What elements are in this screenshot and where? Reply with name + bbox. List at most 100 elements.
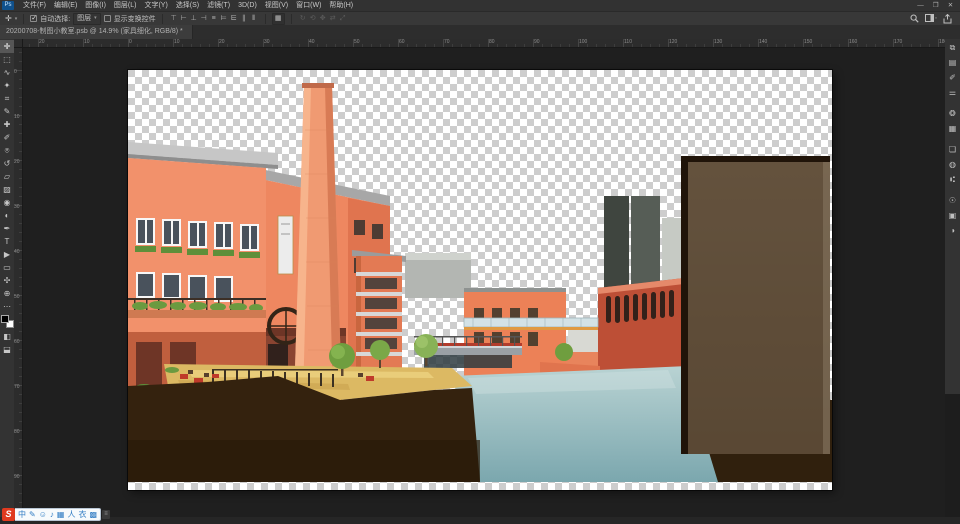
minimize-button[interactable]: — xyxy=(913,0,928,11)
distribute-vertical-icon[interactable]: ⋿ xyxy=(229,13,239,25)
toolbox-grid-icon[interactable]: ▩ xyxy=(89,509,97,520)
show-transform-checkbox[interactable] xyxy=(104,15,111,22)
panel-channels-icon[interactable]: ◍ xyxy=(946,159,959,171)
section-box xyxy=(681,156,830,454)
gradient-tool[interactable]: ▨ xyxy=(0,183,14,196)
align-right-edges-icon[interactable]: ⊨ xyxy=(219,13,229,25)
emoji-icon[interactable]: ☺ xyxy=(39,509,47,520)
menu-view[interactable]: 视图(V) xyxy=(261,0,292,11)
crop-tool[interactable]: ⌗ xyxy=(0,92,14,105)
panel-layers-icon[interactable]: ❏ xyxy=(946,144,959,156)
menu-edit[interactable]: 编辑(E) xyxy=(50,0,81,11)
align-vertical-centers-icon[interactable]: ⊢ xyxy=(179,13,189,25)
panel-patterns-icon[interactable]: ▦ xyxy=(946,123,959,135)
hand-tool[interactable]: ✣ xyxy=(0,274,14,287)
clone-stamp-tool[interactable]: ⍟ xyxy=(0,144,14,157)
document-tab-bar: 20200708-制图小教室.psb @ 14.9% (家具细化, RGB/8)… xyxy=(0,25,960,39)
share-icon[interactable] xyxy=(943,14,952,24)
menu-image[interactable]: 图像(I) xyxy=(81,0,110,11)
history-brush-tool[interactable]: ↺ xyxy=(0,157,14,170)
windows-row-1 xyxy=(135,218,260,258)
auto-select-checkbox[interactable] xyxy=(30,15,37,22)
distribute-horizontal-icon[interactable]: ∥ xyxy=(239,13,249,25)
move-tool-options-icon[interactable]: ✛ xyxy=(5,13,12,25)
ruler-origin-corner[interactable] xyxy=(14,39,23,48)
align-left-edges-icon[interactable]: ⊣ xyxy=(199,13,209,25)
align-horizontal-centers-icon[interactable]: ≡ xyxy=(209,13,219,25)
quick-selection-tool[interactable]: ✦ xyxy=(0,79,14,92)
screen-mode[interactable]: ⬓ xyxy=(0,343,14,356)
menu-layer[interactable]: 图层(L) xyxy=(110,0,141,11)
align-options-button[interactable]: ▦ xyxy=(272,13,285,25)
input-mode-chinese[interactable]: 中 xyxy=(18,509,26,520)
hruler-label: 10 xyxy=(174,39,180,45)
panel-paths-icon[interactable]: ⑆ xyxy=(946,174,959,186)
hruler-label: 20 xyxy=(219,39,225,45)
menu-type[interactable]: 文字(Y) xyxy=(140,0,171,11)
canvas-area[interactable]: 2010010203040506070809010011012013014015… xyxy=(14,39,945,517)
edit-toolbar[interactable]: ⋯ xyxy=(0,300,14,313)
brush-tool[interactable]: ✐ xyxy=(0,131,14,144)
eraser-tool[interactable]: ▱ xyxy=(0,170,14,183)
eyedropper-tool[interactable]: ✎ xyxy=(0,105,14,118)
panel-adjustments-icon[interactable]: ⚌ xyxy=(946,87,959,99)
horizontal-ruler[interactable]: 2010010203040506070809010011012013014015… xyxy=(23,39,945,48)
hruler-label: 110 xyxy=(624,39,632,45)
sogou-collapse-icon[interactable]: ≡ xyxy=(102,510,110,519)
vertical-ruler[interactable]: 0102030405060708090 xyxy=(14,48,23,517)
menu-select[interactable]: 选择(S) xyxy=(172,0,203,11)
tool-preset-caret-icon[interactable]: ▾ xyxy=(15,16,18,22)
skin-icon[interactable]: 衣 xyxy=(78,509,86,520)
vruler-label: 70 xyxy=(14,385,20,390)
panel-libraries-icon[interactable]: ⧉ xyxy=(946,42,959,54)
document-tab[interactable]: 20200708-制图小教室.psb @ 14.9% (家具细化, RGB/8)… xyxy=(0,25,193,39)
soft-keyboard-icon[interactable]: ▦ xyxy=(57,509,65,520)
path-selection-tool[interactable]: ▶ xyxy=(0,248,14,261)
spot-healing-brush-tool[interactable]: ✚ xyxy=(0,118,14,131)
lasso-tool[interactable]: ∿ xyxy=(0,66,14,79)
vruler-label: 40 xyxy=(14,250,20,255)
shape-tool[interactable]: ▭ xyxy=(0,261,14,274)
sogou-logo[interactable]: S xyxy=(2,508,15,521)
document-artwork xyxy=(128,70,832,490)
voice-input-icon[interactable]: ♪ xyxy=(50,509,54,520)
workspace-switcher-icon[interactable] xyxy=(925,14,937,23)
foreground-color-swatch[interactable] xyxy=(1,315,9,323)
sogou-input-bar[interactable]: S 中✎☺♪▦人衣▩ ≡ xyxy=(2,508,110,521)
panel-dock: ⧉ ▤ ✐ ⚌ ❂ ▦ ❏ ◍ ⑆ ☉ ▣ ◑ xyxy=(945,39,960,394)
close-button[interactable]: ✕ xyxy=(943,0,958,11)
blur-tool[interactable]: ◉ xyxy=(0,196,14,209)
panel-color-icon[interactable]: ❂ xyxy=(946,108,959,120)
color-swatches[interactable] xyxy=(1,315,14,328)
handwriting-icon[interactable]: ✎ xyxy=(29,509,36,520)
panel-swatches-icon[interactable]: ▤ xyxy=(946,57,959,69)
zoom-tool[interactable]: ⊕ xyxy=(0,287,14,300)
move-tool[interactable]: ✛ xyxy=(0,40,14,53)
distribute-spacing-icon[interactable]: ⫴ xyxy=(249,13,259,25)
document-viewport[interactable] xyxy=(128,70,832,490)
menu-help[interactable]: 帮助(H) xyxy=(325,0,357,11)
hruler-label: 160 xyxy=(849,39,857,45)
pen-tool[interactable]: ✒ xyxy=(0,222,14,235)
panel-learn-icon[interactable]: ☉ xyxy=(946,195,959,207)
quick-mask-mode[interactable]: ◧ xyxy=(0,330,14,343)
rectangular-marquee-tool[interactable]: ⬚ xyxy=(0,53,14,66)
person-icon[interactable]: 人 xyxy=(67,509,75,520)
align-top-edges-icon[interactable]: ⊤ xyxy=(169,13,179,25)
search-icon[interactable] xyxy=(910,14,919,23)
tool-options-bar: ✛ ▾ 自动选择: 图层 ▾ 显示变换控件 ⊤⊢⊥⊣≡⊨⋿∥⫴ ▦ ↻⟲✥⇄⤢ xyxy=(0,11,960,25)
auto-select-target-dropdown[interactable]: 图层 ▾ xyxy=(73,13,101,25)
align-bottom-edges-icon[interactable]: ⊥ xyxy=(189,13,199,25)
panel-properties-icon[interactable]: ▣ xyxy=(946,210,959,222)
hruler-label: 70 xyxy=(444,39,450,45)
menu-filter[interactable]: 滤镜(T) xyxy=(203,0,234,11)
panel-histogram-icon[interactable]: ◑ xyxy=(946,225,959,237)
panel-brush-settings-icon[interactable]: ✐ xyxy=(946,72,959,84)
menu-3d[interactable]: 3D(D) xyxy=(234,0,261,11)
restore-button[interactable]: ❐ xyxy=(928,0,943,11)
type-tool[interactable]: T xyxy=(0,235,14,248)
menu-window[interactable]: 窗口(W) xyxy=(292,0,325,11)
dodge-tool[interactable]: ◐ xyxy=(0,209,14,222)
hruler-label: 30 xyxy=(264,39,270,45)
menu-file[interactable]: 文件(F) xyxy=(19,0,50,11)
